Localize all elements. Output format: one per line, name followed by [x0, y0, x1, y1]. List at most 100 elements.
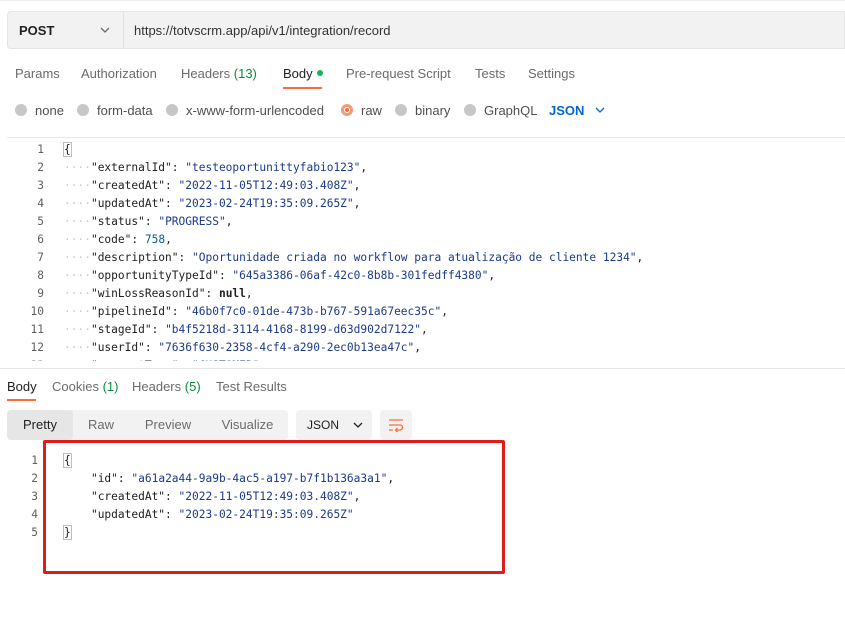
chevron-down-icon [100, 27, 110, 33]
radio-none[interactable]: none [15, 100, 64, 120]
view-raw-button[interactable]: Raw [73, 410, 129, 440]
code-line: 10 ····"pipelineId": "46b0f7c0-01de-473b-… [7, 303, 845, 321]
view-visualize-button[interactable]: Visualize [207, 410, 288, 440]
tab-tests[interactable]: Tests [475, 66, 505, 94]
line-number: 2 [37, 161, 44, 174]
radio-label: GraphQL [484, 102, 538, 118]
code-line: 11 ····"stageId": "b4f5218d-3114-4168-819… [7, 321, 845, 339]
json-key: "status" [90, 215, 145, 228]
tab-count: (13) [233, 66, 257, 81]
json-value: 758 [144, 233, 166, 246]
radio-label: x-www-form-urlencoded [186, 102, 324, 118]
body-format-select[interactable]: JSON [549, 100, 606, 120]
indent-whitespace: ···· [64, 323, 91, 336]
comma: , [165, 233, 172, 246]
code-text: ····"status": "PROGRESS", [64, 213, 232, 231]
colon: : [171, 161, 186, 174]
comma: , [360, 161, 368, 174]
code-text: ····"description": "Oportunidade criada … [64, 249, 643, 267]
json-value: "2023-02-24T19:35:09.265Z" [178, 197, 354, 210]
wrap-lines-icon [389, 419, 404, 433]
view-preview-button[interactable]: Preview [131, 410, 205, 440]
response-format-select[interactable]: JSON [296, 410, 372, 440]
tab-settings[interactable]: Settings [528, 66, 575, 94]
tab-authorization[interactable]: Authorization [81, 66, 157, 94]
view-pretty-button[interactable]: Pretty [7, 410, 73, 440]
radio-graphql[interactable]: GraphQL [464, 100, 537, 120]
wrap-lines-button[interactable] [380, 410, 412, 440]
response-tab-headers[interactable]: Headers (5) [132, 379, 201, 399]
top-divider [0, 0, 845, 1]
response-tab-cookies[interactable]: Cookies (1) [52, 379, 118, 399]
tab-label: Test Results [216, 379, 287, 394]
tab-label: Body [7, 379, 37, 394]
line-number: 7 [37, 251, 44, 264]
radio-icon [77, 104, 89, 116]
method-select[interactable]: POST [8, 12, 124, 48]
comma: , [225, 215, 233, 228]
line-number: 5 [37, 215, 44, 228]
indent-whitespace: ···· [64, 305, 91, 318]
response-tab-test-results[interactable]: Test Results [216, 379, 287, 399]
code-line: 3 ····"createdAt": "2022-11-05T12:49:03.4… [7, 177, 845, 195]
radio-raw[interactable]: raw [341, 100, 382, 120]
radio-form-data[interactable]: form-data [77, 100, 153, 120]
code-line: 1{ [7, 141, 845, 159]
tab-label: Body [283, 66, 313, 81]
indent-whitespace: ···· [64, 287, 91, 300]
tab-pre-request-script[interactable]: Pre-request Script [346, 66, 451, 94]
tab-body[interactable]: Body [283, 66, 323, 94]
active-tab-indicator [283, 87, 322, 89]
tab-label: Pre-request Script [346, 66, 451, 81]
tab-params[interactable]: Params [15, 66, 60, 94]
tab-headers[interactable]: Headers (13) [181, 66, 257, 94]
comma: , [353, 179, 361, 192]
code-line: 4 ····"updatedAt": "2023-02-24T19:35:09.2… [7, 195, 845, 213]
code-line: 5 ····"status": "PROGRESS", [7, 213, 845, 231]
highlight-annotation-box [43, 440, 505, 574]
radio-x-www-form-urlencoded[interactable]: x-www-form-urlencoded [166, 100, 324, 120]
indent-whitespace: ···· [64, 341, 91, 354]
code-line: 6 ····"code": 758, [7, 231, 845, 249]
url-input[interactable]: https://totvscrm.app/api/v1/integration/… [124, 23, 391, 38]
code-text: { [63, 141, 72, 159]
line-number: 2 [31, 472, 38, 485]
radio-icon [15, 104, 27, 116]
line-number: 1 [37, 143, 44, 156]
response-tab-body[interactable]: Body [7, 379, 37, 399]
radio-binary[interactable]: binary [395, 100, 450, 120]
format-label: JSON [307, 418, 340, 432]
comma: , [259, 359, 266, 361]
json-value: "testeoportunittyfabio123" [185, 161, 361, 174]
code-text: ····"updatedAt": "2023-02-24T19:35:09.26… [64, 195, 360, 213]
code-text: ····"userId": "7636f630-2358-4cf4-a290-2… [64, 339, 421, 357]
json-value: "7636f630-2358-4cf4-a290-2ec0b13ea47c" [158, 341, 415, 354]
tab-label: Headers [132, 379, 182, 394]
tab-count: (5) [184, 379, 201, 394]
radio-icon [395, 104, 407, 116]
active-response-tab-indicator [7, 399, 36, 401]
code-text: ····"accountType": "CUSTOMER", [64, 357, 266, 361]
comma: , [421, 323, 428, 336]
json-key: "description" [90, 251, 179, 264]
json-value: null [218, 287, 246, 300]
colon: : [171, 305, 186, 318]
comma: , [488, 269, 496, 282]
code-text: ····"pipelineId": "46b0f7c0-01de-473b-b7… [64, 303, 448, 321]
radio-label: form-data [97, 102, 153, 118]
tab-label: Settings [528, 66, 575, 81]
code-text: ····"opportunityTypeId": "645a3386-06af-… [64, 267, 495, 285]
line-number: 3 [31, 490, 38, 503]
json-key: "createdAt" [90, 179, 166, 192]
tab-label: Headers [181, 66, 231, 81]
tab-label: Tests [475, 66, 506, 81]
json-key: "accountType" [91, 359, 179, 361]
line-number: 3 [37, 179, 44, 192]
code-text: ····"stageId": "b4f5218d-3114-4168-8199-… [64, 321, 428, 339]
line-number: 4 [31, 508, 38, 521]
response-divider [0, 368, 845, 369]
line-number: 8 [37, 269, 44, 282]
request-body-editor[interactable]: 1{2 ····"externalId": "testeoportunittyfa… [7, 137, 845, 361]
indent-whitespace: ···· [64, 161, 91, 174]
indent-whitespace: ···· [64, 233, 91, 246]
